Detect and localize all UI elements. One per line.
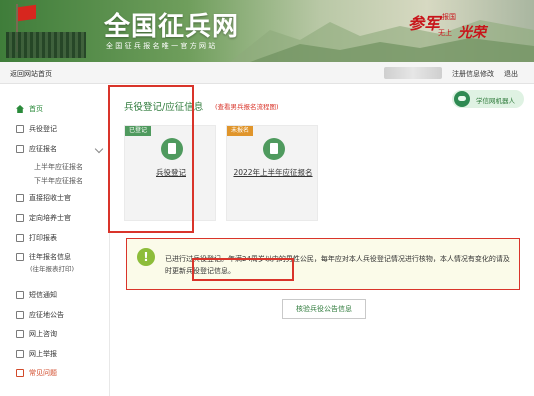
site-subtitle: 全国征兵报名唯一官方网站: [106, 42, 218, 50]
sidebar-item-label: 定向培养士官: [29, 214, 71, 222]
masked-username: [384, 67, 442, 79]
sidebar-item-first-half-enlistment[interactable]: 上半年应征报名: [34, 162, 83, 172]
sidebar-item-label: 往年报名信息: [29, 253, 71, 261]
sidebar-item-directed-nco[interactable]: 定向培养士官: [16, 213, 71, 223]
sidebar-item-label: 打印报表: [29, 234, 57, 242]
logout-link[interactable]: 退出: [504, 69, 518, 79]
robot-icon: [454, 91, 470, 107]
sidebar-item-past-info[interactable]: 往年报名信息: [16, 252, 71, 262]
sidebar-item-sms[interactable]: 短信通知: [16, 290, 57, 300]
verify-announcement-button[interactable]: 核验兵役公告信息: [282, 299, 366, 319]
sidebar-item-label: 短信通知: [29, 291, 57, 299]
sidebar-item-print[interactable]: 打印报表: [16, 233, 57, 243]
slogan-part4: 光荣: [458, 25, 486, 41]
sidebar-item-label: 应征地公告: [29, 311, 64, 319]
slogan-part2: 报国: [442, 13, 456, 21]
document-icon: [16, 253, 24, 261]
return-home-link[interactable]: 返回网站首页: [10, 69, 52, 79]
sidebar-item-home[interactable]: 首页: [16, 104, 43, 114]
slogan-part3: 无上: [438, 29, 452, 37]
modify-info-link[interactable]: 注册信息修改: [452, 69, 494, 79]
user-icon: [16, 214, 24, 222]
document-icon: [16, 125, 24, 133]
sidebar-item-faq[interactable]: 常见问题: [16, 368, 57, 378]
card-enlistment[interactable]: 未报名 2022年上半年应征报名: [226, 125, 318, 221]
notice-box: ! 已进行过兵役登记。年满24周岁以内的男性公民，每年应对本人兵役登记情况进行核…: [126, 238, 520, 290]
robot-label: 学信网机器人: [476, 97, 515, 105]
sidebar-item-direct-nco[interactable]: 直接招收士官: [16, 193, 71, 203]
site-title: 全国征兵网: [104, 12, 240, 42]
sidebar-item-label: 网上举报: [29, 350, 57, 358]
chat-icon: [16, 291, 24, 299]
sidebar-item-label: 应征报名: [29, 145, 57, 153]
list-icon: [16, 145, 24, 153]
slogan: 参军 报国 无上 光荣: [408, 8, 502, 48]
card-caption[interactable]: 2022年上半年应征报名: [227, 167, 319, 178]
sidebar-item-consult[interactable]: 网上咨询: [16, 329, 57, 339]
sidebar-item-label: 直接招收士官: [29, 194, 71, 202]
user-icon: [16, 194, 24, 202]
slogan-part1: 参军: [408, 14, 441, 33]
sidebar-item-enlistment[interactable]: 应征报名: [16, 144, 57, 154]
question-icon: [16, 369, 24, 377]
soldiers-image: [6, 32, 86, 58]
annotation-box: [108, 85, 194, 233]
home-icon: [16, 105, 24, 113]
chat-icon: [16, 330, 24, 338]
sidebar-item-label: 常见问题: [29, 369, 57, 377]
sidebar: 首页 兵役登记 应征报名 上半年应征报名 下半年应征报名 直接招收士官 定向培养…: [0, 85, 110, 396]
printer-icon: [16, 234, 24, 242]
flow-chart-link[interactable]: (查看男兵报名流程图): [215, 101, 279, 111]
sidebar-item-military-registration[interactable]: 兵役登记: [16, 124, 57, 134]
header-banner: 全国征兵网 全国征兵报名唯一官方网站 参军 报国 无上 光荣: [0, 0, 534, 62]
sidebar-item-label: 网上咨询: [29, 330, 57, 338]
calendar-icon: [263, 138, 285, 160]
top-nav: 返回网站首页 注册信息修改 退出: [0, 62, 534, 84]
sidebar-item-past-info-sub: (往年报表打印): [30, 265, 75, 273]
sidebar-item-label: 首页: [29, 105, 43, 113]
flag-icon: [18, 4, 36, 22]
annotation-box: [192, 258, 294, 281]
mail-icon: [16, 350, 24, 358]
warning-icon: !: [137, 248, 155, 266]
sidebar-item-announcement[interactable]: 应征地公告: [16, 310, 64, 320]
sidebar-item-report[interactable]: 网上举报: [16, 349, 57, 359]
robot-assistant-button[interactable]: 学信网机器人: [452, 90, 524, 108]
announcement-icon: [16, 311, 24, 319]
status-badge: 未报名: [227, 126, 254, 136]
sidebar-item-label: 兵役登记: [29, 125, 57, 133]
sidebar-item-second-half-enlistment[interactable]: 下半年应征报名: [34, 176, 83, 186]
